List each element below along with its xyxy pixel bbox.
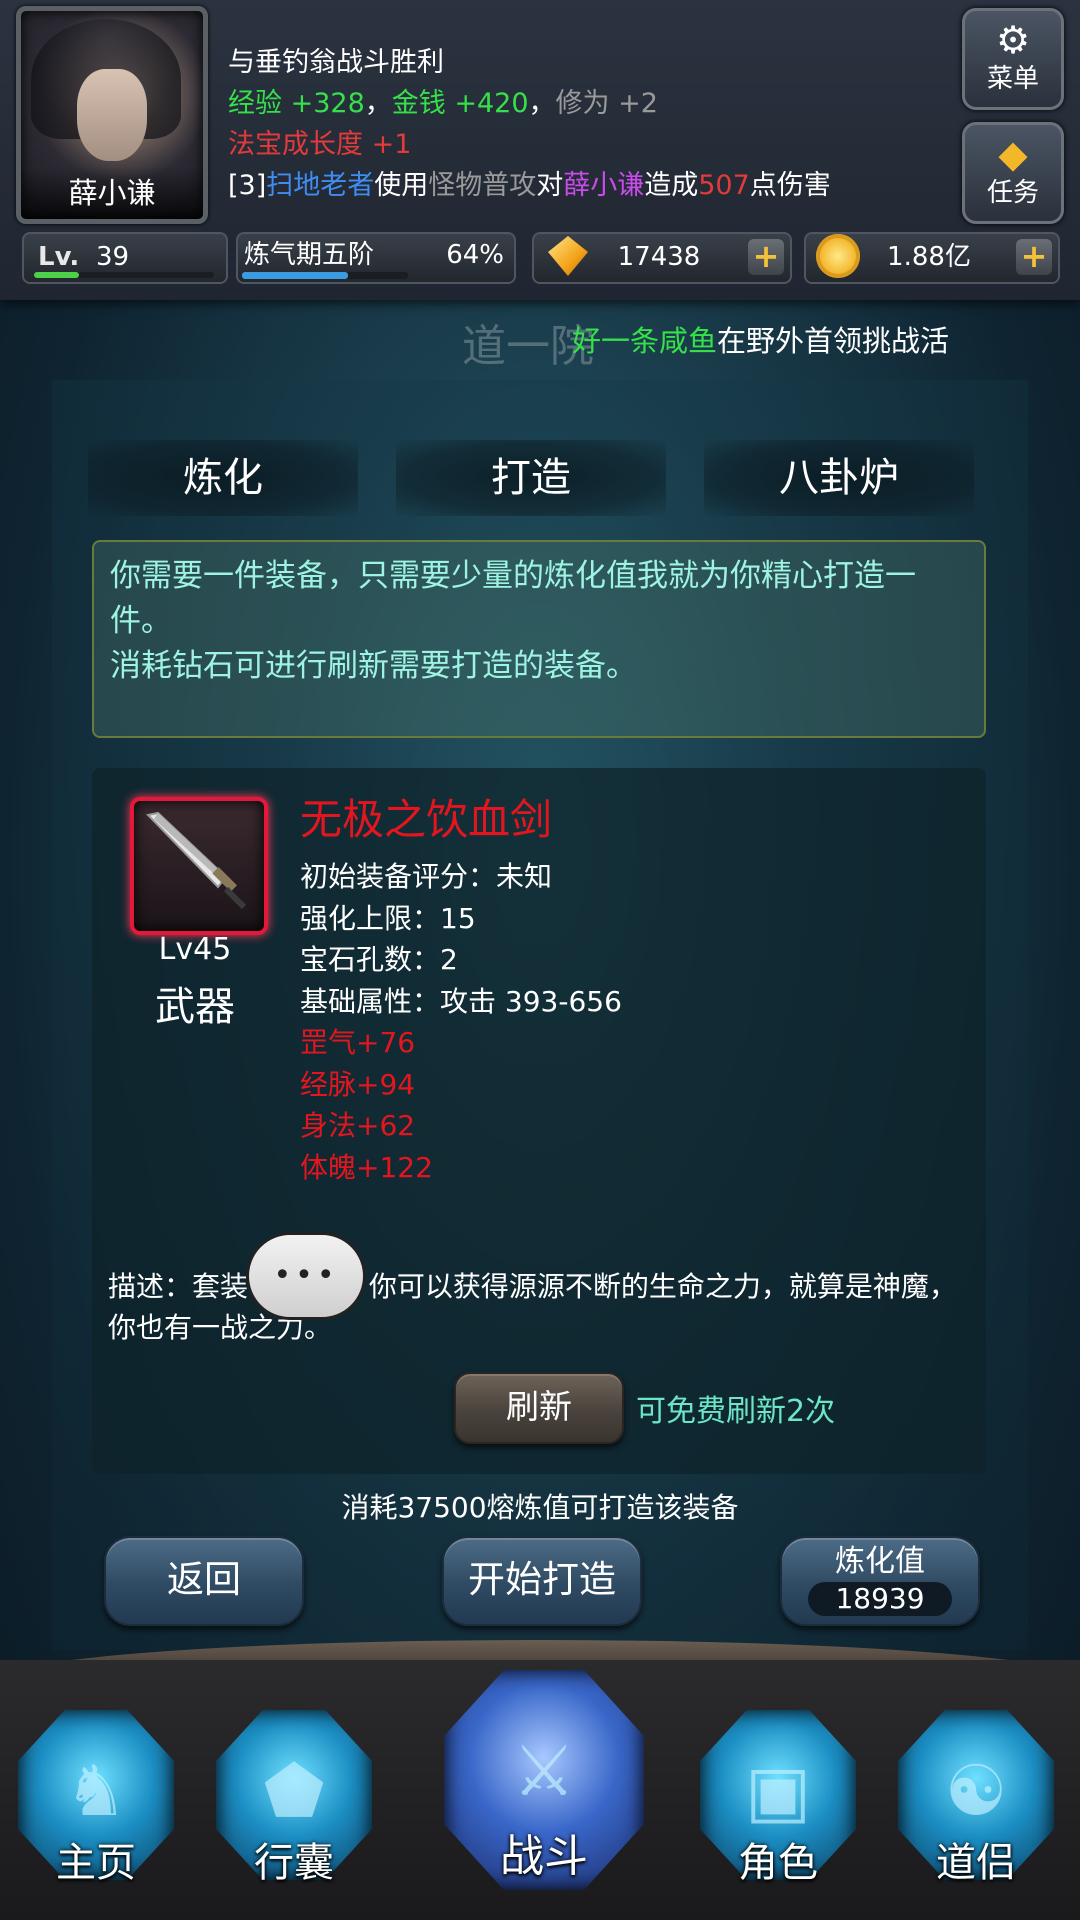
bonus-attr: 身法+62 bbox=[300, 1109, 416, 1142]
nav-battle[interactable]: ⚔ 战斗 bbox=[444, 1670, 644, 1910]
bag-icon: ⬟ bbox=[263, 1750, 325, 1832]
item-level: Lv45 bbox=[158, 932, 232, 967]
gem-currency: 17438 + bbox=[532, 232, 792, 284]
task-button[interactable]: ◆ 任务 bbox=[962, 122, 1064, 224]
add-gold-button[interactable]: + bbox=[1016, 239, 1052, 275]
exp-bar bbox=[34, 272, 214, 278]
free-refresh-count: 可免费刷新2次 bbox=[636, 1394, 836, 1429]
player-name: 薛小谦 bbox=[21, 167, 203, 219]
attr-base: 基础属性：攻击 393-656 bbox=[300, 984, 622, 1018]
menu-button[interactable]: ⚙ 菜单 bbox=[962, 8, 1064, 110]
item-description: 描述：套装 穿上它，你可以获得源源不断的生命之力，就算是神魔，你也有一战之力。 bbox=[108, 1270, 957, 1344]
diamond-icon: ◆ bbox=[998, 132, 1028, 176]
forge-cost: 消耗37500熔炼值可打造该装备 bbox=[341, 1491, 739, 1524]
log-line-3: 法宝成长度 +1 bbox=[228, 129, 412, 160]
gear-icon: ⚙ bbox=[995, 18, 1031, 62]
bonus-attr: 经脉+94 bbox=[300, 1067, 416, 1101]
item-name: 无极之饮血剑 bbox=[300, 795, 553, 844]
chat-bubble-button[interactable]: ••• bbox=[246, 1232, 366, 1320]
tab-bagua-furnace[interactable]: 八卦炉 bbox=[704, 440, 974, 516]
attr-enhance-cap: 强化上限：15 bbox=[300, 901, 476, 935]
back-button[interactable]: 返回 bbox=[104, 1536, 304, 1626]
item-attributes: 初始装备评分：未知 强化上限：15 宝石孔数：2 基础属性：攻击 393-656… bbox=[300, 856, 622, 1188]
level-display: Lv. 39 bbox=[22, 232, 228, 284]
nav-companion[interactable]: ☯ 道侣 bbox=[888, 1710, 1064, 1910]
realm-progress-bar bbox=[242, 272, 408, 279]
tab-forge[interactable]: 打造 bbox=[396, 440, 666, 516]
item-type: 武器 bbox=[155, 984, 235, 1030]
avatar-face bbox=[77, 69, 147, 161]
gold-currency: 1.88亿 + bbox=[804, 232, 1060, 284]
tab-refine[interactable]: 炼化 bbox=[88, 440, 358, 516]
player-avatar[interactable]: 薛小谦 bbox=[16, 6, 208, 224]
realm-display: 炼气期五阶 64% bbox=[236, 232, 516, 284]
refine-value-display: 炼化值 18939 bbox=[780, 1536, 980, 1626]
log-line-4: [3]扫地老者使用怪物普攻对薛小谦造成507点伤害 bbox=[228, 170, 831, 201]
nav-home[interactable]: ♞ 主页 bbox=[8, 1710, 184, 1910]
home-icon: ♞ bbox=[64, 1750, 128, 1832]
refresh-button[interactable]: 刷新 bbox=[454, 1372, 624, 1444]
top-header: 薛小谦 与垂钓翁战斗胜利 经验 +328，金钱 +420，修为 +2 法宝成长度… bbox=[0, 0, 1080, 300]
start-forge-button[interactable]: 开始打造 bbox=[442, 1536, 642, 1626]
attr-score: 初始装备评分：未知 bbox=[300, 860, 553, 893]
log-line-2: 经验 +328，金钱 +420，修为 +2 bbox=[228, 88, 658, 119]
item-slot[interactable] bbox=[130, 797, 268, 935]
nav-bag[interactable]: ⬟ 行囊 bbox=[206, 1710, 382, 1910]
chest-icon: ▣ bbox=[744, 1750, 812, 1832]
bonus-attr: 罡气+76 bbox=[300, 1026, 416, 1059]
attr-gem-slots: 宝石孔数：2 bbox=[300, 943, 458, 976]
battle-icon: ⚔ bbox=[512, 1730, 576, 1812]
log-line-1: 与垂钓翁战斗胜利 bbox=[228, 47, 444, 78]
battle-log: 与垂钓翁战斗胜利 经验 +328，金钱 +420，修为 +2 法宝成长度 +1 … bbox=[228, 42, 831, 206]
companion-icon: ☯ bbox=[944, 1750, 1008, 1832]
nav-character[interactable]: ▣ 角色 bbox=[690, 1710, 866, 1910]
world-broadcast: 道一院 好一条咸鱼在野外首领挑战活 bbox=[462, 321, 950, 372]
sword-icon bbox=[146, 811, 247, 910]
bonus-attr: 体魄+122 bbox=[300, 1150, 433, 1184]
add-gems-button[interactable]: + bbox=[748, 239, 784, 275]
forge-intro: 你需要一件装备，只需要少量的炼化值我就为你精心打造一件。 消耗钻石可进行刷新需要… bbox=[92, 540, 986, 738]
